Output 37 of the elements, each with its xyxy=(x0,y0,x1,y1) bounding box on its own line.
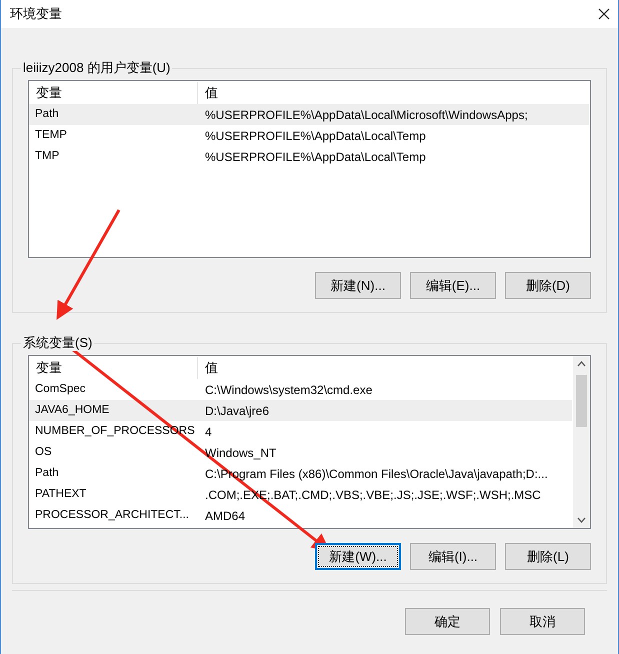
variable-value: Windows_NT xyxy=(204,444,278,462)
dialog-button[interactable]: 删除(D) xyxy=(505,272,591,299)
group-label: leiiizy2008 的用户变量(U) xyxy=(21,60,172,76)
variable-name: JAVA6_HOME xyxy=(34,402,110,418)
variable-name: TMP xyxy=(34,148,60,164)
variable-name: PROCESSOR_ARCHITECT... xyxy=(34,508,190,523)
list-row[interactable]: JAVA6_HOME D:\Java\jre6 xyxy=(29,400,572,421)
dialog-button[interactable]: 确定 xyxy=(405,608,490,635)
scroll-down-icon[interactable] xyxy=(577,517,586,523)
variable-value: %USERPROFILE%\AppData\Local\Temp xyxy=(204,148,427,166)
variable-value: AMD64 xyxy=(204,508,246,524)
group-label: 系统变量(S) xyxy=(21,335,94,351)
variable-value: %USERPROFILE%\AppData\Local\Temp xyxy=(204,128,427,144)
variable-value: D:\Java\jre6 xyxy=(204,402,270,420)
dialog-button[interactable]: 新建(W)... xyxy=(315,543,401,570)
dialog-button[interactable]: 编辑(I)... xyxy=(410,543,496,570)
scrollbar[interactable] xyxy=(573,356,590,528)
variable-name: Path xyxy=(34,466,60,481)
close-icon[interactable] xyxy=(598,8,610,20)
variable-value: %USERPROFILE%\AppData\Local\Microsoft\WindowsApps; xyxy=(204,106,529,124)
variable-name: OS xyxy=(34,444,53,460)
dialog-button[interactable]: 取消 xyxy=(500,608,585,635)
variable-name: PATHEXT xyxy=(34,486,88,502)
column-header[interactable]: 值 xyxy=(198,82,590,104)
variable-value: 4 xyxy=(204,424,213,440)
scroll-up-icon[interactable] xyxy=(577,361,586,367)
scrollbar-thumb[interactable] xyxy=(576,375,587,427)
list-row[interactable]: Path %USERPROFILE%\AppData\Local\Microsoft\WindowsApps; xyxy=(29,104,589,125)
variable-name: Path xyxy=(34,106,60,122)
variable-value: C:\Windows\system32\cmd.exe xyxy=(204,382,374,398)
dialog-button[interactable]: 删除(L) xyxy=(505,543,591,570)
variable-name: TEMP xyxy=(34,128,68,143)
dialog-button[interactable]: 编辑(E)... xyxy=(410,272,496,299)
column-header[interactable]: 值 xyxy=(198,357,573,379)
dialog-button[interactable]: 新建(N)... xyxy=(315,272,401,299)
window-title: 环境变量 xyxy=(10,5,62,24)
variable-name: ComSpec xyxy=(34,382,86,397)
